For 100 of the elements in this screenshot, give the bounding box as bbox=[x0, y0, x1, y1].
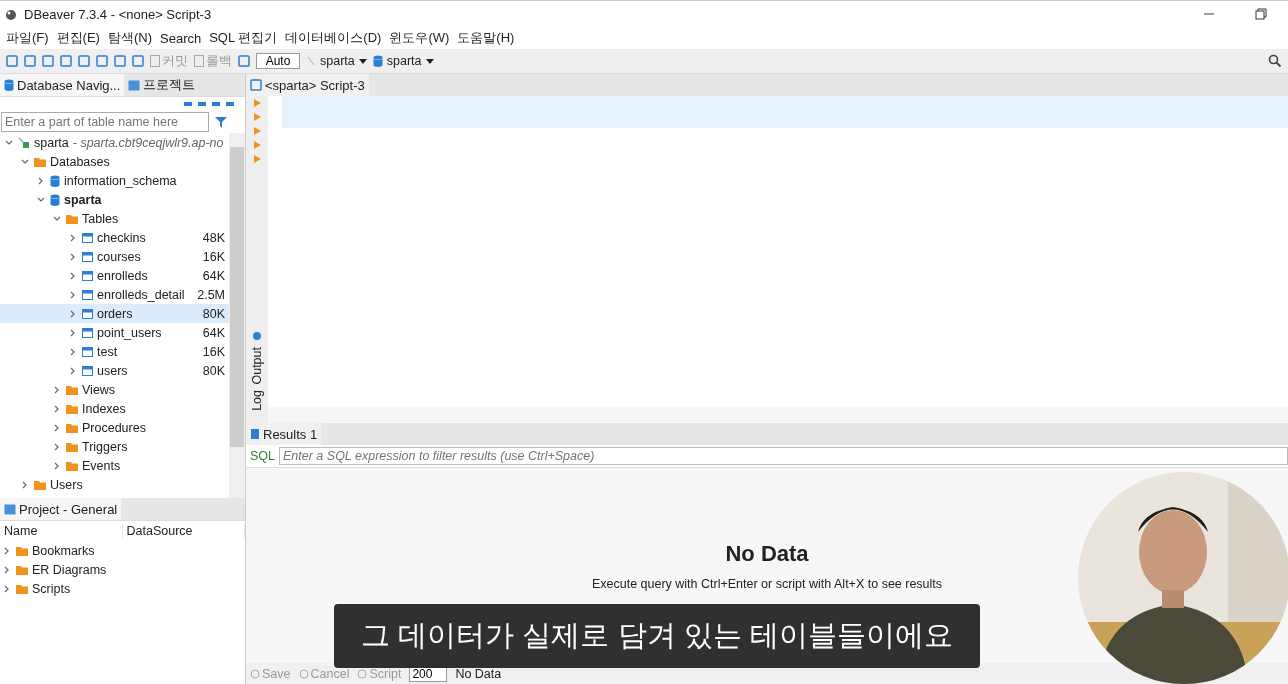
tree-item[interactable]: Tables bbox=[0, 209, 229, 228]
database-icon bbox=[4, 79, 14, 91]
panel-tab[interactable]: Database Navig... bbox=[0, 74, 125, 96]
chevron-right-icon bbox=[38, 176, 44, 185]
action-icon bbox=[250, 669, 260, 679]
connection-host: - sparta.cbt9ceqjwlr9.ap-no bbox=[72, 135, 224, 150]
tree-item[interactable]: Databases bbox=[0, 152, 229, 171]
chevron-right-icon bbox=[70, 347, 76, 356]
code-editor[interactable] bbox=[268, 96, 1288, 423]
toolbar-icon bbox=[24, 55, 36, 67]
tree-item[interactable]: point_users 64K bbox=[0, 323, 229, 342]
search-icon bbox=[1268, 54, 1282, 68]
tree-item[interactable]: ER Diagrams bbox=[0, 560, 245, 579]
chevron-down-icon bbox=[37, 196, 45, 203]
chevron-right-icon bbox=[54, 442, 60, 451]
project-icon bbox=[128, 79, 141, 91]
commit-mode-field[interactable]: Auto bbox=[256, 53, 300, 69]
tree-item[interactable]: orders 80K bbox=[0, 304, 229, 323]
chevron-right-icon bbox=[22, 480, 28, 489]
tree-item[interactable]: enrolleds 64K bbox=[0, 266, 229, 285]
tree-item[interactable]: users 80K bbox=[0, 361, 229, 380]
chevron-right-icon bbox=[4, 546, 10, 555]
menu-item[interactable]: 데이터베이스(D) bbox=[281, 29, 386, 47]
empty-hint: Execute query with Ctrl+Enter or script with Alt+X to see results bbox=[591, 576, 943, 591]
table-size: 80K bbox=[201, 363, 226, 378]
toolbar-icon bbox=[42, 55, 54, 67]
menu-item[interactable]: 탐색(N) bbox=[103, 29, 156, 47]
tree-label: Scripts bbox=[32, 581, 71, 596]
tree-item[interactable]: Events bbox=[0, 456, 229, 475]
panel-tab[interactable]: Project - General bbox=[0, 498, 122, 520]
editor-tab[interactable]: <sparta> Script-3 bbox=[246, 74, 369, 96]
column-header[interactable]: DataSource bbox=[122, 524, 245, 538]
action-icon bbox=[357, 669, 368, 679]
tree-item[interactable]: checkins 48K bbox=[0, 228, 229, 247]
connection-combo[interactable]: sparta bbox=[306, 54, 367, 68]
results-icon bbox=[250, 428, 260, 440]
column-header[interactable]: Name bbox=[0, 524, 123, 538]
chevron-right-icon bbox=[54, 404, 60, 413]
scrollbar[interactable] bbox=[229, 133, 245, 498]
chevron-right-icon bbox=[54, 385, 60, 394]
table-size: 64K bbox=[201, 268, 226, 283]
tree-label: Indexes bbox=[82, 401, 126, 416]
chevron-right-icon bbox=[4, 584, 10, 593]
folder-icon bbox=[66, 460, 78, 471]
empty-title: No Data bbox=[725, 540, 809, 567]
tree-item[interactable]: sparta bbox=[0, 190, 229, 209]
chevron-right-icon bbox=[70, 309, 76, 318]
folder-icon bbox=[34, 479, 46, 490]
chevron-right-icon bbox=[70, 366, 76, 375]
side-tab[interactable]: Log bbox=[250, 390, 264, 411]
connection-combo[interactable]: sparta bbox=[372, 54, 434, 68]
menu-item[interactable]: SQL 편집기 bbox=[205, 29, 282, 47]
table-icon bbox=[82, 289, 93, 300]
chevron-right-icon bbox=[70, 328, 76, 337]
table-size: 48K bbox=[201, 230, 226, 245]
tree-item[interactable]: sparta - sparta.cbt9ceqjwlr9.ap-no bbox=[0, 133, 229, 152]
filter-icon bbox=[215, 116, 227, 128]
table-filter-field[interactable]: Enter a part of table name here bbox=[1, 112, 209, 132]
folder-icon bbox=[16, 545, 28, 556]
tree-label: orders bbox=[97, 306, 133, 321]
tree-item[interactable]: Views bbox=[0, 380, 229, 399]
window-title: DBeaver 7.3.4 - <none> Script-3 bbox=[24, 6, 212, 22]
tree-item[interactable]: test 16K bbox=[0, 342, 229, 361]
tree-label: point_users bbox=[97, 325, 162, 340]
menu-item[interactable]: 도움말(H) bbox=[453, 29, 519, 47]
panel-tab[interactable]: 프로젝트 bbox=[124, 74, 200, 96]
side-tab[interactable]: Output bbox=[250, 346, 264, 385]
tree-item[interactable]: Users bbox=[0, 475, 229, 494]
connection-icon bbox=[18, 136, 30, 149]
subtitle-caption: 그 데이터가 실제로 담겨 있는 테이블들이에요 bbox=[334, 604, 980, 668]
tree-label: Views bbox=[82, 382, 116, 397]
menu-item[interactable]: Search bbox=[156, 30, 206, 46]
project-icon bbox=[4, 503, 16, 515]
table-icon bbox=[82, 270, 93, 281]
table-icon bbox=[82, 232, 93, 243]
table-size: 2.5M bbox=[196, 287, 226, 302]
results-tab[interactable]: Results 1 bbox=[246, 423, 322, 445]
tree-item[interactable]: Scripts bbox=[0, 579, 245, 598]
toolbar-icon bbox=[96, 55, 108, 67]
database-icon bbox=[50, 174, 60, 187]
tree-label: sparta bbox=[64, 192, 102, 207]
tree-item[interactable]: courses 16K bbox=[0, 247, 229, 266]
menu-item[interactable]: 파일(F) bbox=[2, 29, 53, 47]
menu-item[interactable]: 편집(E) bbox=[52, 29, 104, 47]
tree-label: Procedures bbox=[82, 420, 146, 435]
table-icon bbox=[82, 251, 93, 262]
results-filter-field[interactable]: Enter a SQL expression to filter results (use Ctrl+Space) bbox=[279, 447, 1288, 465]
tree-item[interactable]: enrolleds_detail 2.5M bbox=[0, 285, 229, 304]
table-size: 64K bbox=[201, 325, 226, 340]
tree-item[interactable]: Indexes bbox=[0, 399, 229, 418]
menu-item[interactable]: 윈도우(W) bbox=[385, 29, 454, 47]
tree-item[interactable]: information_schema bbox=[0, 171, 229, 190]
toolbar-icon bbox=[60, 55, 72, 67]
tree-item[interactable]: Triggers bbox=[0, 437, 229, 456]
tree-item[interactable]: Bookmarks bbox=[0, 541, 245, 560]
toolbar-icon bbox=[114, 55, 126, 67]
tree-item[interactable]: Procedures bbox=[0, 418, 229, 437]
table-icon bbox=[82, 327, 93, 338]
restore-icon bbox=[1255, 8, 1267, 20]
tree-label: users bbox=[97, 363, 128, 378]
